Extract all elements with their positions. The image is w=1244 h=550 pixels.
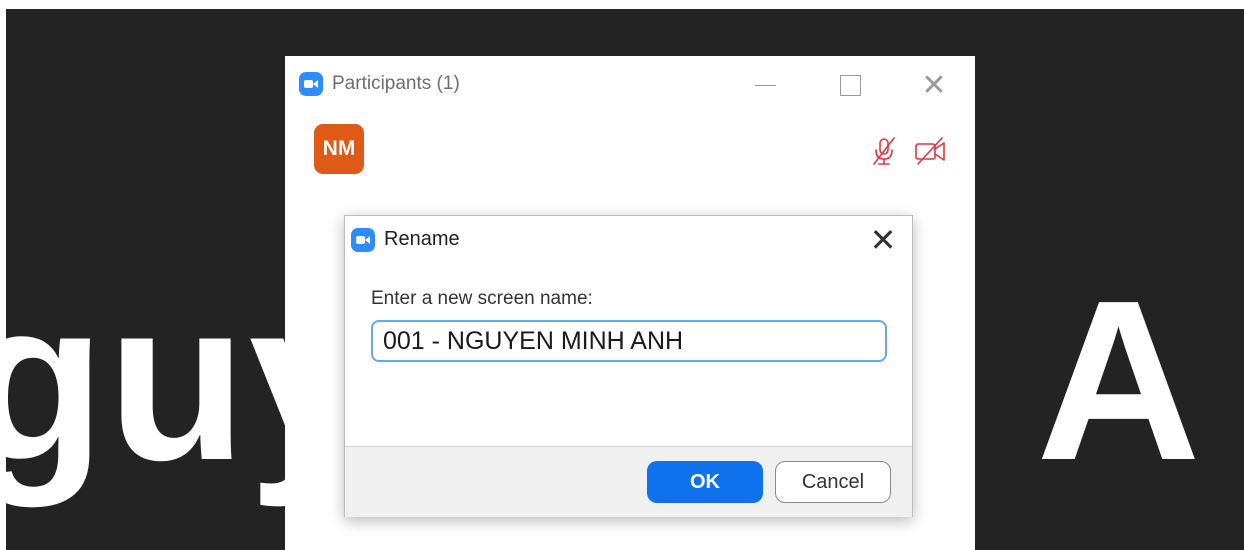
dialog-close-button[interactable]: ✕	[863, 220, 903, 260]
avatar[interactable]: NM	[314, 124, 364, 174]
participants-titlebar[interactable]: Participants (1) ✕	[285, 56, 975, 114]
close-icon: ✕	[869, 222, 897, 258]
zoom-logo-icon	[351, 228, 375, 252]
minimize-button[interactable]	[743, 66, 789, 106]
video-off-icon[interactable]	[913, 134, 947, 168]
mic-muted-icon[interactable]	[867, 134, 901, 168]
participants-title: Participants (1)	[332, 73, 460, 94]
ok-button[interactable]: OK	[647, 461, 763, 503]
dialog-footer: OK Cancel	[345, 446, 912, 517]
close-button[interactable]: ✕	[911, 66, 957, 106]
cancel-button[interactable]: Cancel	[775, 461, 891, 503]
maximize-button[interactable]	[829, 66, 875, 106]
zoom-logo-icon	[299, 72, 323, 96]
screen-name-input[interactable]	[371, 320, 887, 362]
close-icon: ✕	[921, 69, 947, 102]
rename-dialog: Rename ✕ Enter a new screen name: OK Can…	[344, 215, 913, 517]
rename-prompt-label: Enter a new screen name:	[371, 288, 593, 309]
dialog-title: Rename	[384, 228, 460, 250]
